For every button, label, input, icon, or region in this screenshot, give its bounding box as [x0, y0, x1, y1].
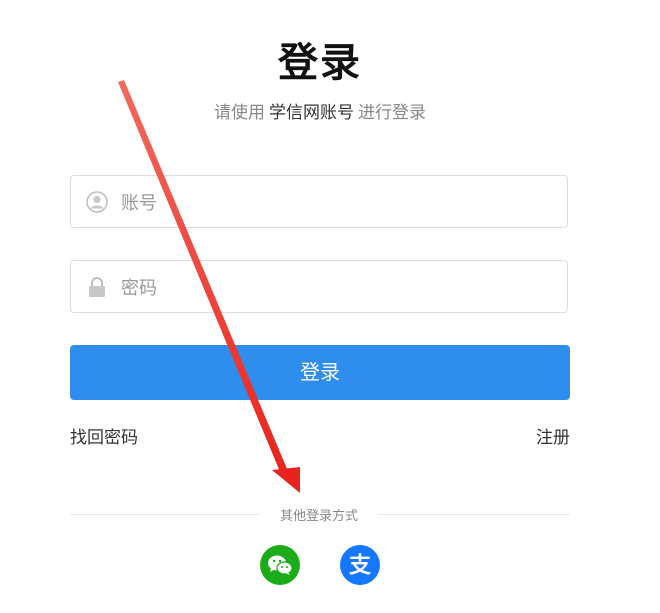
- password-input[interactable]: [119, 269, 553, 307]
- password-field[interactable]: [70, 260, 568, 313]
- subtitle-suffix: 进行登录: [358, 103, 426, 123]
- forgot-password-link[interactable]: 找回密码: [70, 423, 138, 448]
- page-title: 登录: [278, 40, 362, 86]
- wechat-login-button[interactable]: [260, 545, 300, 585]
- subtitle-brand: 学信网账号: [269, 103, 354, 123]
- subtitle-prefix: 请使用: [214, 103, 265, 123]
- divider-right: [378, 514, 570, 515]
- register-link[interactable]: 注册: [536, 423, 570, 448]
- other-login-label: 其他登录方式: [279, 509, 358, 524]
- divider-left: [70, 514, 260, 515]
- alipay-glyph: 支: [349, 554, 372, 579]
- account-input[interactable]: [119, 184, 553, 222]
- alipay-login-button[interactable]: 支: [340, 545, 380, 585]
- user-icon: [86, 191, 108, 213]
- login-button[interactable]: 登录: [70, 345, 570, 400]
- lock-icon: [89, 277, 105, 297]
- page-subtitle: 请使用 学信网账号 进行登录: [0, 98, 640, 123]
- alipay-icon: 支: [349, 554, 372, 579]
- wechat-icon: [268, 555, 293, 575]
- account-field[interactable]: [70, 175, 568, 228]
